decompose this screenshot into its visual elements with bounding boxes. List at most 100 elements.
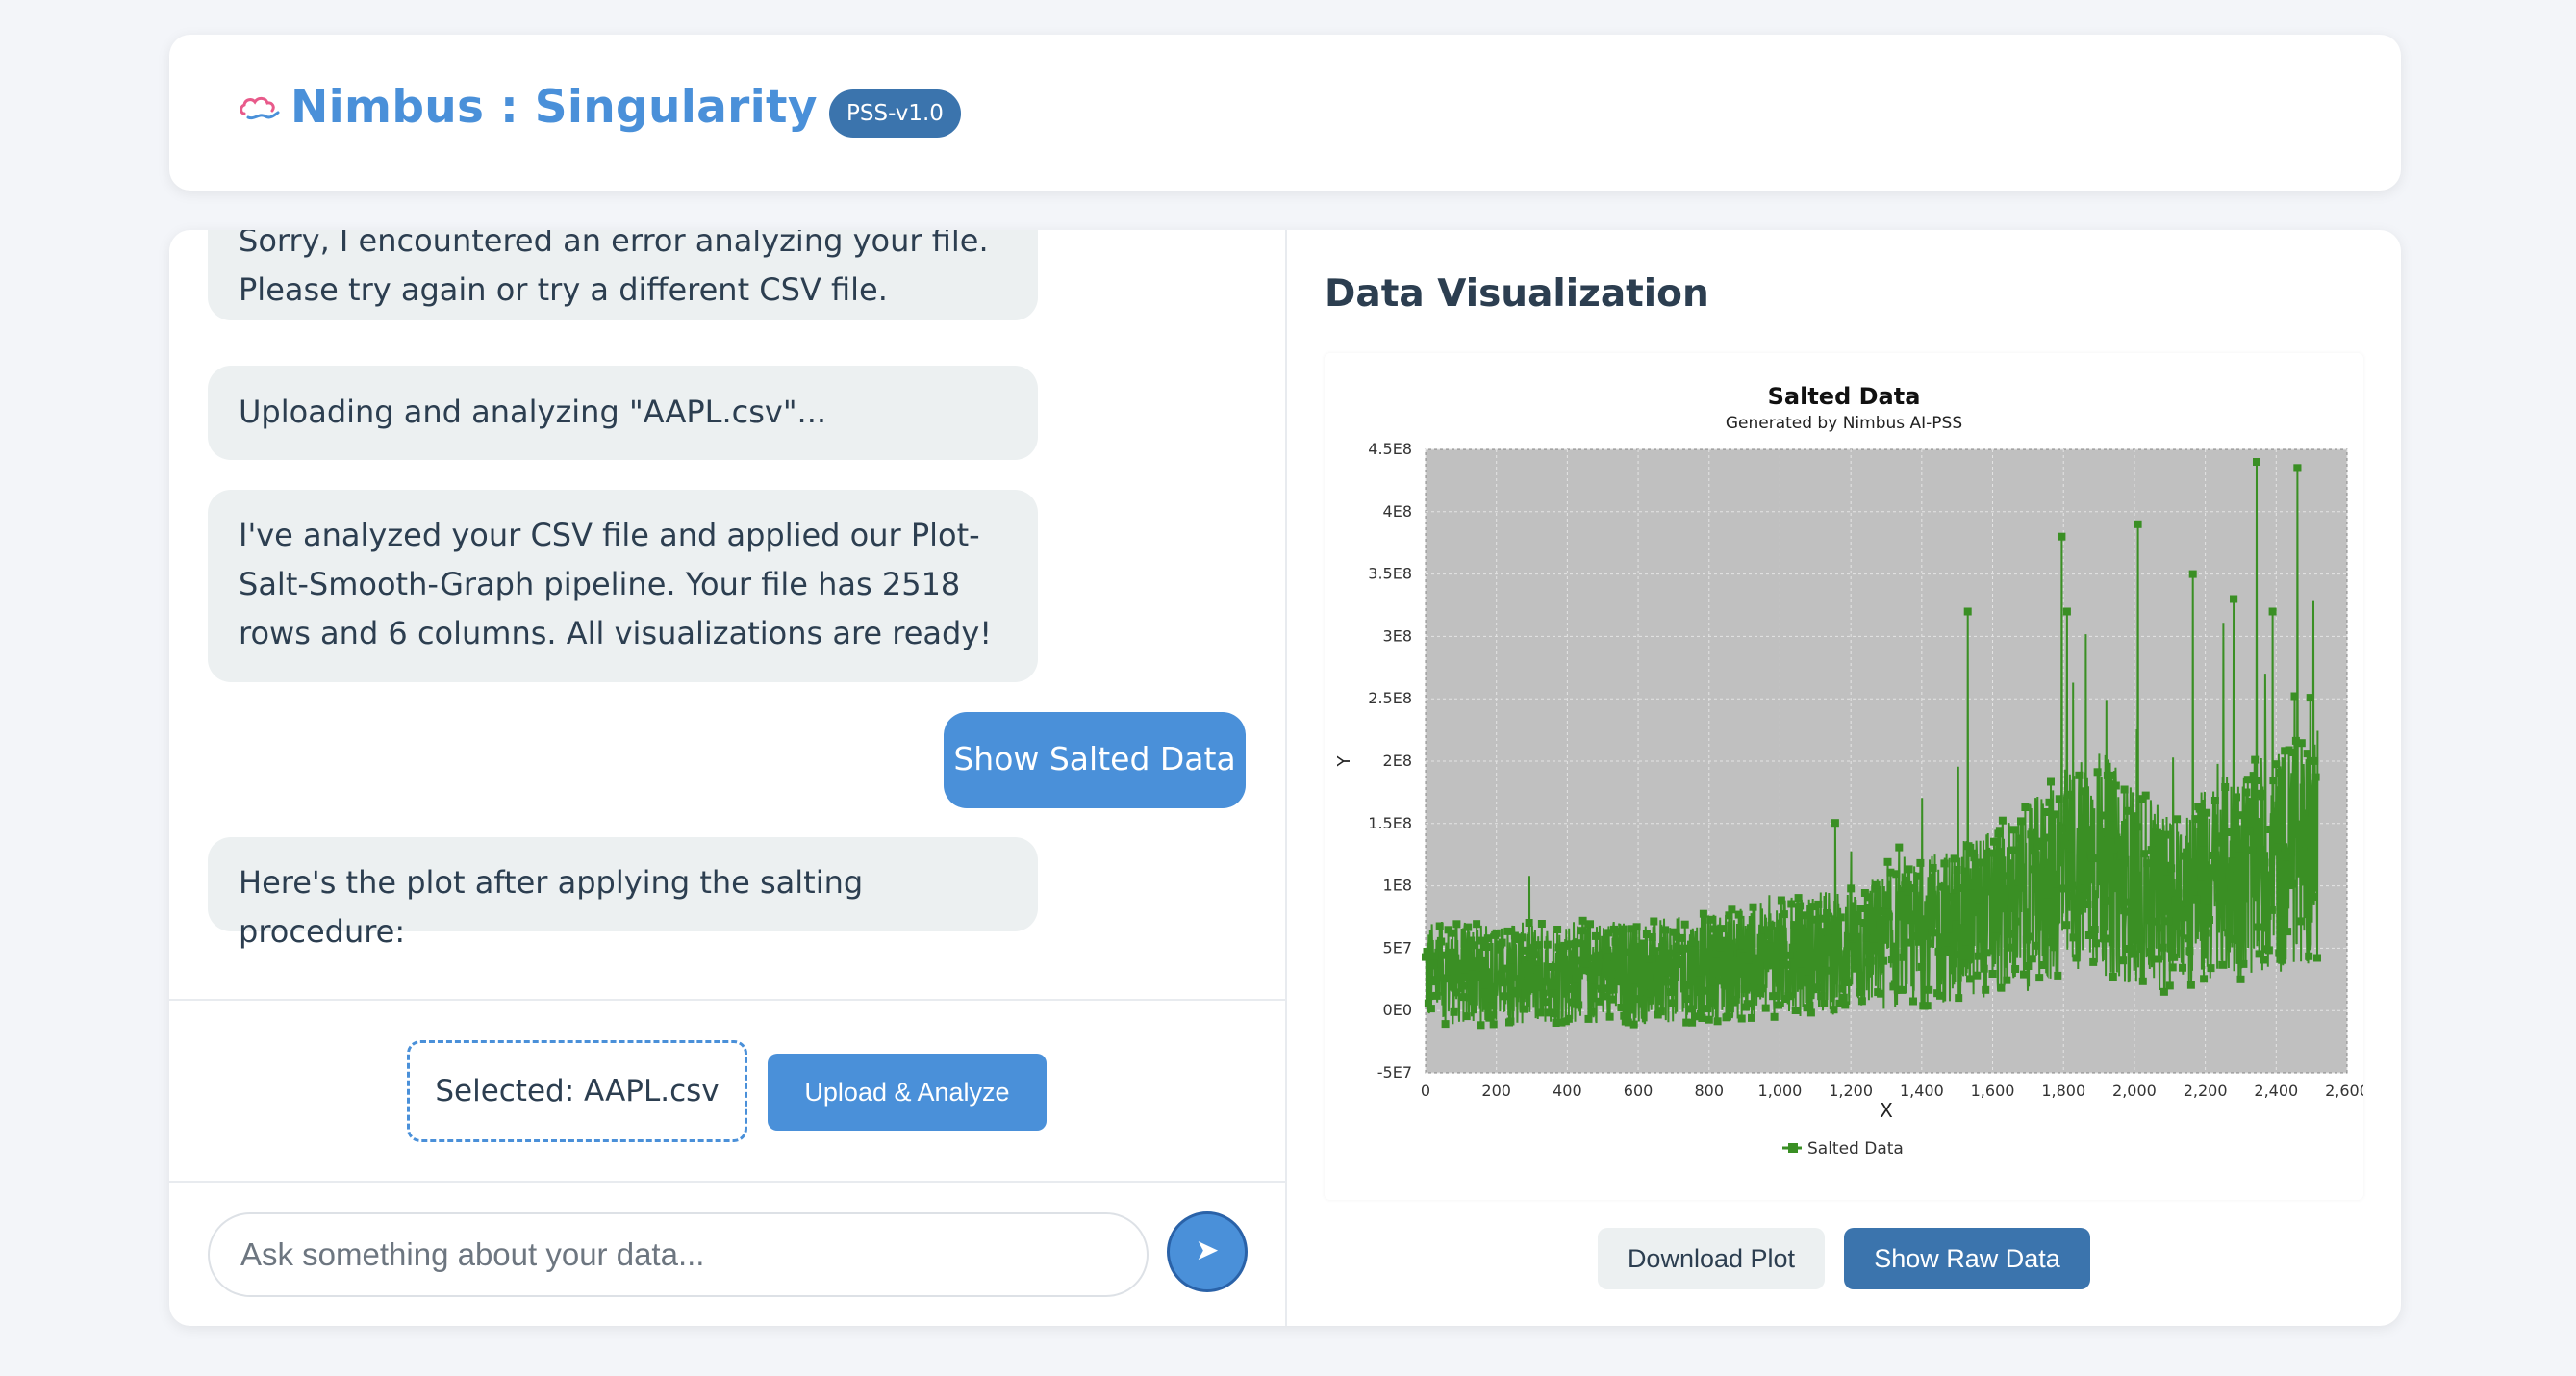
y-tick-label: 1.5E8 bbox=[1368, 814, 1412, 832]
data-point bbox=[2133, 871, 2141, 879]
data-point bbox=[1802, 939, 1809, 948]
data-point bbox=[2252, 777, 2260, 784]
data-point bbox=[1699, 909, 1707, 918]
data-point bbox=[1603, 953, 1611, 961]
data-point bbox=[2025, 932, 2033, 941]
data-point bbox=[2302, 839, 2311, 848]
data-point bbox=[2084, 901, 2092, 908]
data-point bbox=[2200, 975, 2209, 983]
data-point bbox=[2159, 943, 2167, 952]
data-point bbox=[2297, 739, 2306, 748]
x-tick-label: 2,000 bbox=[2112, 1082, 2157, 1100]
data-point bbox=[1566, 940, 1575, 949]
data-point bbox=[1651, 947, 1659, 956]
data-point bbox=[2119, 956, 2128, 965]
data-point bbox=[2173, 815, 2182, 824]
data-point bbox=[2167, 864, 2176, 873]
send-button[interactable]: ➤ bbox=[1167, 1211, 1248, 1292]
data-point bbox=[1710, 925, 1719, 933]
data-point bbox=[1898, 985, 1907, 994]
data-point bbox=[1931, 929, 1939, 937]
data-point bbox=[1640, 939, 1648, 948]
data-point bbox=[1983, 949, 1991, 957]
data-point bbox=[1836, 913, 1845, 922]
data-point bbox=[1605, 1012, 1614, 1021]
bot-message: I've analyzed your CSV file and applied … bbox=[208, 490, 1038, 682]
data-point bbox=[1498, 938, 1506, 947]
data-point bbox=[1961, 937, 1970, 946]
data-point bbox=[1745, 963, 1753, 972]
data-point bbox=[2078, 822, 2086, 829]
data-point bbox=[1473, 920, 1481, 929]
data-point bbox=[1731, 995, 1740, 1004]
data-point bbox=[1503, 978, 1510, 986]
data-point bbox=[1718, 925, 1726, 933]
data-point bbox=[1653, 973, 1661, 981]
data-point bbox=[1929, 864, 1937, 872]
data-point bbox=[2306, 694, 2314, 702]
data-point bbox=[1617, 1004, 1626, 1011]
data-point bbox=[1817, 992, 1826, 1001]
data-point bbox=[2240, 892, 2249, 901]
data-point bbox=[1528, 985, 1536, 993]
data-point bbox=[1664, 968, 1672, 977]
data-point bbox=[2051, 810, 2059, 819]
data-point bbox=[2289, 749, 2297, 756]
data-point bbox=[1615, 970, 1624, 978]
data-point bbox=[1936, 991, 1944, 1000]
data-point bbox=[1960, 959, 1969, 968]
data-point bbox=[2218, 960, 2227, 969]
data-point bbox=[2156, 924, 2164, 932]
data-point bbox=[2047, 777, 2055, 786]
data-point bbox=[2055, 795, 2063, 803]
data-point bbox=[1761, 1004, 1770, 1012]
data-point bbox=[1647, 989, 1655, 998]
data-point bbox=[1645, 955, 1654, 963]
data-point bbox=[2237, 811, 2246, 820]
data-point bbox=[2149, 917, 2158, 926]
data-point bbox=[2266, 826, 2275, 833]
data-point bbox=[1785, 951, 1794, 959]
data-point bbox=[1655, 955, 1664, 962]
data-point bbox=[1507, 963, 1516, 972]
data-point bbox=[2087, 854, 2096, 862]
data-point bbox=[1913, 872, 1922, 880]
data-point bbox=[2246, 809, 2255, 818]
data-point bbox=[2035, 974, 2044, 982]
data-point bbox=[2239, 959, 2248, 968]
data-point bbox=[1955, 994, 1963, 1003]
upload-analyze-button[interactable]: Upload & Analyze bbox=[768, 1054, 1047, 1131]
data-point bbox=[1982, 985, 1990, 994]
data-point bbox=[2184, 934, 2192, 943]
data-point bbox=[1590, 976, 1599, 984]
data-point bbox=[2235, 844, 2243, 853]
data-point bbox=[2069, 933, 2078, 942]
data-point bbox=[2287, 879, 2296, 888]
data-point bbox=[1806, 1008, 1815, 1017]
file-selector[interactable]: Selected: AAPL.csv bbox=[407, 1040, 747, 1142]
data-point bbox=[1980, 964, 1988, 973]
y-ticks: 4.5E8 4E8 3.5E8 3E8 2.5E8 2E8 1.5E8 1E8 5E7 0E0 -5… bbox=[1368, 440, 1412, 1082]
data-point bbox=[1426, 992, 1434, 1001]
data-point bbox=[1973, 971, 1982, 980]
show-raw-data-button[interactable]: Show Raw Data bbox=[1844, 1228, 2090, 1289]
data-point bbox=[1887, 956, 1896, 964]
chart-title: Salted Data bbox=[1768, 383, 1921, 410]
data-point bbox=[2233, 793, 2240, 802]
download-plot-button[interactable]: Download Plot bbox=[1598, 1228, 1825, 1289]
data-point bbox=[1967, 889, 1976, 898]
chat-input[interactable]: Ask something about your data... bbox=[208, 1212, 1149, 1297]
data-point bbox=[1543, 940, 1552, 949]
message-list[interactable]: Sorry, I encountered an error analyzing … bbox=[169, 230, 1285, 1000]
data-point bbox=[1766, 942, 1775, 951]
data-point bbox=[1737, 1014, 1746, 1023]
data-point bbox=[2095, 854, 2104, 863]
data-point bbox=[1586, 920, 1594, 929]
data-point bbox=[2188, 866, 2197, 875]
data-point bbox=[1997, 983, 2006, 992]
data-point bbox=[1966, 975, 1974, 983]
data-point bbox=[2186, 981, 2195, 989]
data-point bbox=[1450, 1007, 1458, 1016]
data-point bbox=[1979, 931, 1987, 940]
x-tick-label: 1,600 bbox=[1971, 1082, 2015, 1100]
